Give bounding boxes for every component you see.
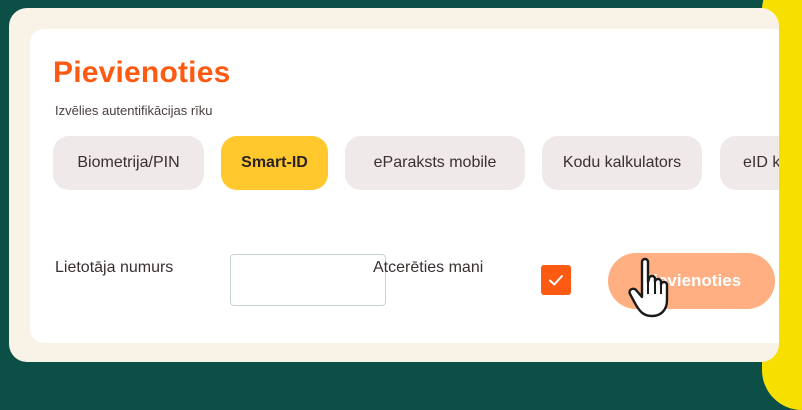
remember-me-checkbox[interactable] [541, 265, 571, 295]
tab-smart-id[interactable]: Smart-ID [221, 136, 328, 190]
page-subtitle: Izvēlies autentifikācijas rīku [55, 103, 213, 118]
tab-biometrija-pin[interactable]: Biometrija/PIN [53, 136, 204, 190]
hand-pointer-icon [628, 257, 669, 318]
tab-eid-karte[interactable]: eID ka [720, 136, 779, 190]
checkmark-icon [549, 275, 563, 286]
user-number-label: Lietotāja numurs [55, 259, 174, 276]
page-title: Pievienoties [53, 56, 231, 89]
tab-kodu-kalkulators[interactable]: Kodu kalkulators [542, 136, 702, 190]
user-number-input[interactable] [230, 254, 386, 306]
tab-eparaksts-mobile[interactable]: eParaksts mobile [345, 136, 525, 190]
remember-me-label: Atcerēties mani [373, 259, 484, 276]
